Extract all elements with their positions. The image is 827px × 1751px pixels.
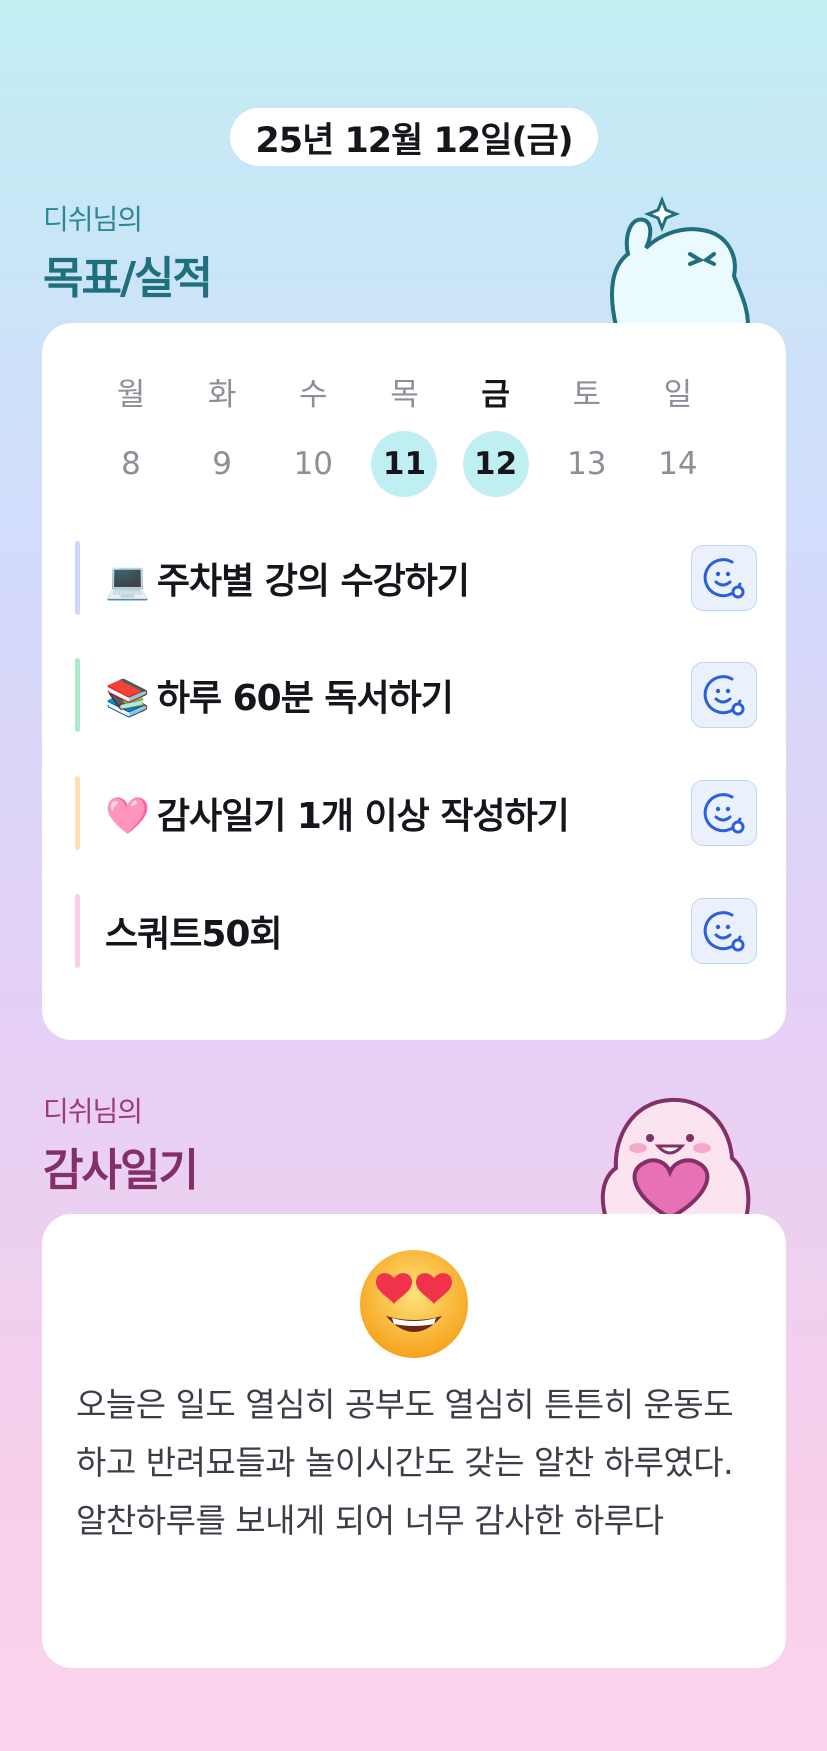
goal-label: 주차별 강의 수강하기 — [156, 561, 470, 602]
weekday-row: 월 화 수 목 금 토 일 — [98, 371, 711, 413]
date-9[interactable]: 9 — [189, 431, 255, 497]
goal-item: 스쿼트50회 — [75, 894, 757, 968]
gratitude-subtitle: 디쉬님의 — [43, 1095, 143, 1128]
date-label: 25년 12월 12일(금) — [230, 108, 598, 166]
goals-section-header: 디쉬님의 목표/실적 — [43, 198, 213, 306]
date-10[interactable]: 10 — [280, 431, 346, 497]
goal-color-bar — [75, 894, 80, 968]
goal-title: 스쿼트50회 — [105, 905, 691, 957]
goal-item: 💻 주차별 강의 수강하기 — [75, 541, 757, 615]
date-12[interactable]: 12 — [462, 431, 529, 497]
weekday-mon: 월 — [116, 376, 146, 413]
books-icon: 📚 — [105, 678, 150, 719]
heart-mascot-illustration — [600, 1097, 751, 1218]
goal-title: 💻 주차별 강의 수강하기 — [105, 552, 691, 604]
goals-card: 월 화 수 목 금 토 일 8 9 10 11 12 13 14 💻 주차별 강의… — [42, 323, 786, 1040]
goal-color-bar — [75, 776, 80, 850]
gratitude-section-header: 디쉬님의 감사일기 — [43, 1090, 199, 1198]
laptop-icon: 💻 — [105, 561, 150, 602]
smile-add-icon — [703, 911, 745, 952]
gratitude-entry-text: 오늘은 일도 열심히 공부도 열심히 튼튼히 운동도 하고 반려묘들과 놀이시간… — [76, 1385, 734, 1540]
goal-check-button[interactable] — [691, 545, 757, 611]
goal-check-button[interactable] — [691, 780, 757, 846]
smile-add-icon — [703, 675, 745, 716]
weekday-tue: 화 — [207, 376, 237, 413]
goal-label: 하루 60분 독서하기 — [156, 678, 454, 719]
smile-add-icon — [703, 793, 745, 834]
date-14[interactable]: 14 — [645, 431, 711, 497]
waving-mascot-illustration — [610, 196, 751, 326]
weekday-wed: 수 — [299, 376, 328, 413]
goal-check-button[interactable] — [691, 662, 757, 728]
weekday-thu: 목 — [390, 376, 419, 413]
smile-add-icon — [703, 558, 745, 599]
weekday-sat: 토 — [572, 376, 602, 413]
date-8[interactable]: 8 — [98, 431, 164, 497]
goal-title: 🩷 감사일기 1개 이상 작성하기 — [105, 787, 691, 839]
gratitude-title: 감사일기 — [43, 1145, 199, 1196]
goal-item: 🩷 감사일기 1개 이상 작성하기 — [75, 776, 757, 850]
goal-color-bar — [75, 541, 80, 615]
goal-check-button[interactable] — [691, 898, 757, 964]
pink-heart-icon: 🩷 — [105, 796, 150, 837]
weekday-fri: 금 — [481, 376, 510, 413]
date-row: 8 9 10 11 12 13 14 — [98, 431, 711, 497]
heart-eyes-emoji-icon — [360, 1250, 468, 1358]
goal-color-bar — [75, 658, 80, 732]
date-11[interactable]: 11 — [371, 431, 438, 497]
goal-title: 📚 하루 60분 독서하기 — [105, 669, 691, 721]
goals-title: 목표/실적 — [43, 253, 213, 304]
goal-item: 📚 하루 60분 독서하기 — [75, 658, 757, 732]
date-13[interactable]: 13 — [554, 431, 620, 497]
gratitude-card: 오늘은 일도 열심히 공부도 열심히 튼튼히 운동도 하고 반려묘들과 놀이시간… — [42, 1214, 786, 1668]
goal-label: 감사일기 1개 이상 작성하기 — [156, 796, 570, 837]
goal-label: 스쿼트50회 — [105, 914, 283, 955]
weekday-sun: 일 — [663, 376, 693, 413]
goals-subtitle: 디쉬님의 — [43, 203, 143, 236]
